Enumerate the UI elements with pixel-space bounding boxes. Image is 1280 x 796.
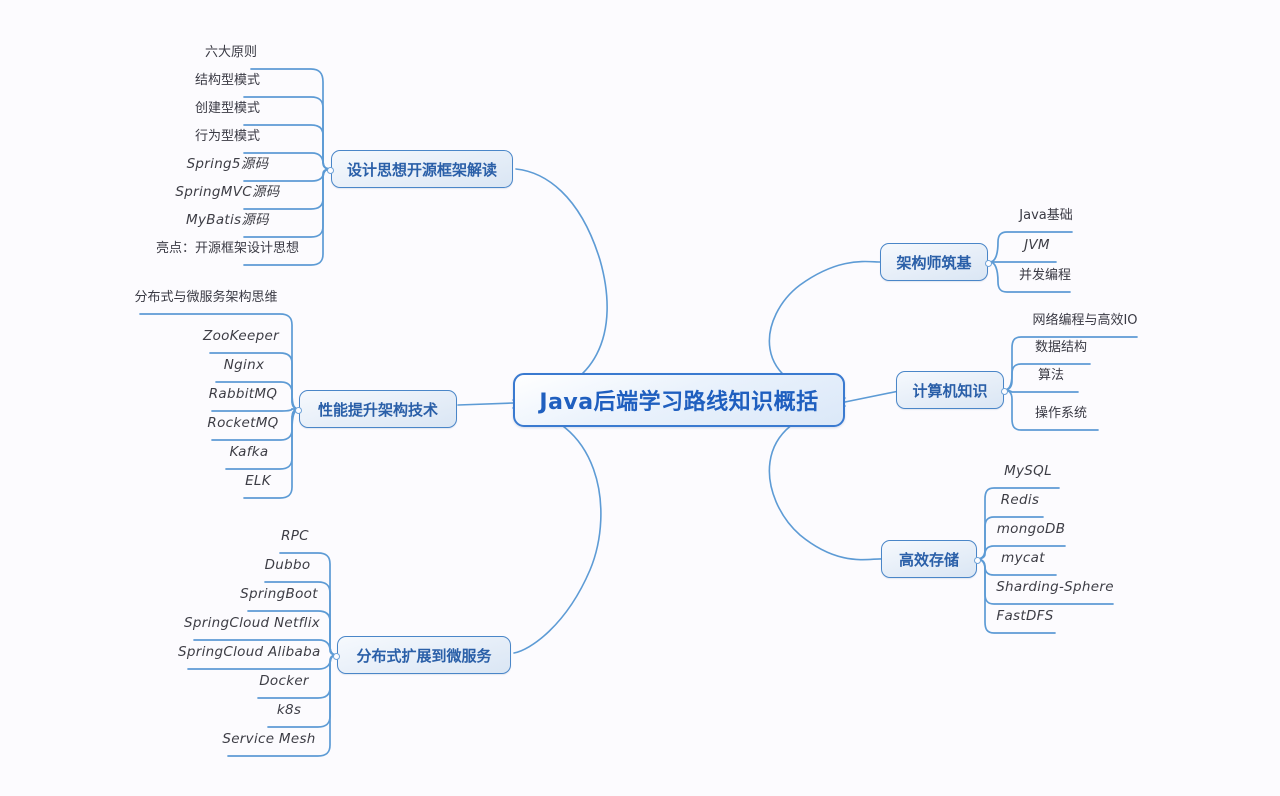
leaf-design-2[interactable]: 创建型模式 [144, 101, 311, 116]
connector-dot-icon [974, 557, 981, 564]
leaf-storage-0[interactable]: MySQL [994, 464, 1062, 479]
leaf-design-6[interactable]: MyBatis源码 [144, 213, 311, 228]
leaf-performance-4[interactable]: RocketMQ [202, 416, 284, 431]
branch-node-foundation-label: 架构师筑基 [896, 253, 972, 272]
leaf-microservice-7[interactable]: Service Mesh [218, 732, 320, 747]
leaf-storage-2[interactable]: mongoDB [994, 522, 1068, 537]
connector-dot-icon [295, 407, 302, 414]
leaf-computer-2[interactable]: 算法 [1021, 368, 1081, 383]
leaf-storage-5[interactable]: FastDFS [994, 609, 1056, 624]
branch-node-performance[interactable]: 性能提升架构技术 [295, 390, 457, 428]
mindmap-canvas: Java后端学习路线知识概括 设计思想开源框架解读 性能提升架构技术 分布式扩展… [0, 0, 1280, 796]
leaf-microservice-3[interactable]: SpringCloud Netflix [184, 616, 320, 631]
branch-node-microservice-label: 分布式扩展到微服务 [356, 646, 492, 665]
leaf-microservice-2[interactable]: SpringBoot [238, 587, 320, 602]
leaf-design-0[interactable]: 六大原则 [151, 45, 311, 60]
branch-node-microservice[interactable]: 分布式扩展到微服务 [333, 636, 511, 674]
leaf-microservice-4[interactable]: SpringCloud Alibaba [178, 645, 320, 660]
leaf-design-1[interactable]: 结构型模式 [144, 73, 311, 88]
leaf-foundation-2[interactable]: 并发编程 [1007, 268, 1083, 283]
branch-node-storage[interactable]: 高效存储 [881, 540, 981, 578]
leaf-storage-3[interactable]: mycat [994, 551, 1052, 566]
branch-node-design[interactable]: 设计思想开源框架解读 [327, 150, 513, 188]
leaf-storage-1[interactable]: Redis [994, 493, 1046, 508]
branch-node-performance-label: 性能提升架构技术 [317, 400, 438, 419]
branch-node-storage-label: 高效存储 [898, 550, 959, 569]
branch-node-computer[interactable]: 计算机知识 [896, 371, 1008, 409]
leaf-computer-1[interactable]: 数据结构 [1021, 340, 1101, 355]
leaf-performance-0[interactable]: 分布式与微服务架构思维 [130, 290, 282, 305]
branch-node-design-label: 设计思想开源框架解读 [346, 160, 497, 179]
leaf-storage-4[interactable]: Sharding-Sphere [994, 580, 1116, 595]
connector-dot-icon [985, 260, 992, 267]
leaf-performance-2[interactable]: Nginx [206, 358, 282, 373]
root-node-label: Java后端学习路线知识概括 [539, 390, 819, 415]
branch-node-foundation[interactable]: 架构师筑基 [880, 243, 992, 281]
connector-dot-icon [333, 653, 340, 660]
connector-dot-icon [327, 167, 334, 174]
leaf-computer-3[interactable]: 操作系统 [1021, 406, 1101, 421]
leaf-microservice-6[interactable]: k8s [258, 703, 320, 718]
leaf-performance-1[interactable]: ZooKeeper [200, 329, 282, 344]
leaf-design-7[interactable]: 亮点：开源框架设计思想 [144, 241, 311, 256]
connector-dot-icon [1001, 388, 1008, 395]
leaf-performance-5[interactable]: Kafka [216, 445, 282, 460]
leaf-design-4[interactable]: Spring5源码 [144, 157, 311, 172]
root-node[interactable]: Java后端学习路线知识概括 [513, 373, 845, 427]
leaf-computer-0[interactable]: 网络编程与高效IO [1021, 313, 1149, 328]
leaf-foundation-1[interactable]: JVM [1007, 238, 1067, 253]
leaf-performance-6[interactable]: ELK [234, 474, 282, 489]
leaf-design-3[interactable]: 行为型模式 [144, 129, 311, 144]
branch-node-computer-label: 计算机知识 [912, 381, 988, 400]
leaf-microservice-0[interactable]: RPC [270, 529, 320, 544]
leaf-design-5[interactable]: SpringMVC源码 [144, 185, 311, 200]
leaf-microservice-1[interactable]: Dubbo [255, 558, 320, 573]
leaf-performance-3[interactable]: RabbitMQ [202, 387, 284, 402]
leaf-foundation-0[interactable]: Java基础 [1007, 208, 1085, 223]
leaf-microservice-5[interactable]: Docker [248, 674, 320, 689]
